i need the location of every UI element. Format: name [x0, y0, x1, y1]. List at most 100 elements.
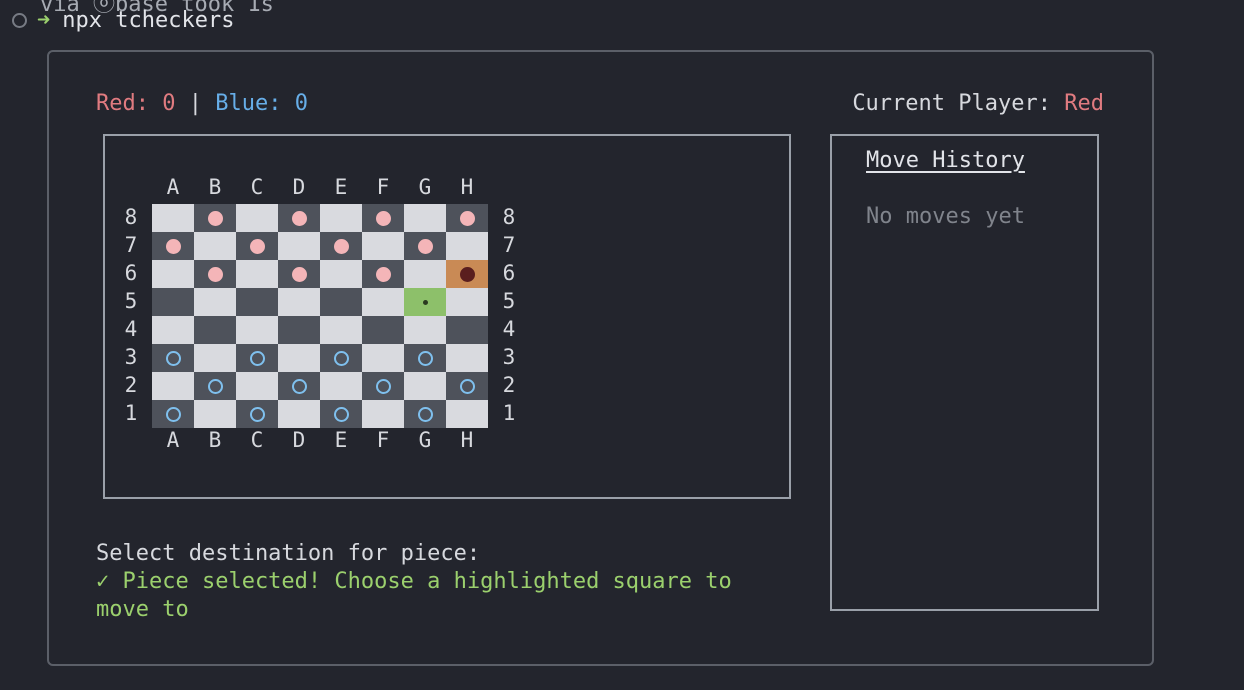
red-piece[interactable]	[375, 210, 391, 226]
square-G8[interactable]	[404, 204, 446, 232]
blue-piece[interactable]	[417, 350, 433, 366]
square-G2[interactable]	[404, 372, 446, 400]
column-label-top: D	[292, 175, 306, 199]
square-C7[interactable]	[236, 232, 278, 260]
red-piece[interactable]	[291, 266, 307, 282]
blue-piece[interactable]	[249, 406, 265, 422]
square-H6[interactable]	[446, 260, 488, 288]
red-piece[interactable]	[375, 266, 391, 282]
square-A4[interactable]	[152, 316, 194, 344]
square-G3[interactable]	[404, 344, 446, 372]
square-G6[interactable]	[404, 260, 446, 288]
square-E7[interactable]	[320, 232, 362, 260]
red-piece[interactable]	[333, 238, 349, 254]
square-F8[interactable]	[362, 204, 404, 232]
square-E5[interactable]	[320, 288, 362, 316]
blue-piece[interactable]	[417, 406, 433, 422]
blue-piece[interactable]	[291, 378, 307, 394]
square-A2[interactable]	[152, 372, 194, 400]
square-F6[interactable]	[362, 260, 404, 288]
square-H2[interactable]	[446, 372, 488, 400]
blue-piece[interactable]	[249, 350, 265, 366]
square-B2[interactable]	[194, 372, 236, 400]
square-A1[interactable]	[152, 400, 194, 428]
square-C6[interactable]	[236, 260, 278, 288]
square-D4[interactable]	[278, 316, 320, 344]
square-F3[interactable]	[362, 344, 404, 372]
square-B6[interactable]	[194, 260, 236, 288]
blue-score-value: 0	[294, 91, 308, 116]
blue-piece[interactable]	[333, 350, 349, 366]
square-F7[interactable]	[362, 232, 404, 260]
selected-red-piece[interactable]	[459, 266, 475, 282]
square-A8[interactable]	[152, 204, 194, 232]
blue-piece[interactable]	[165, 350, 181, 366]
square-D1[interactable]	[278, 400, 320, 428]
instruction-label: Select destination for piece:	[96, 541, 481, 566]
square-D8[interactable]	[278, 204, 320, 232]
red-piece[interactable]	[207, 266, 223, 282]
column-label-top: G	[418, 175, 432, 199]
square-C3[interactable]	[236, 344, 278, 372]
square-E6[interactable]	[320, 260, 362, 288]
square-C5[interactable]	[236, 288, 278, 316]
square-H3[interactable]	[446, 344, 488, 372]
blue-piece[interactable]	[333, 406, 349, 422]
square-A6[interactable]	[152, 260, 194, 288]
square-F1[interactable]	[362, 400, 404, 428]
square-B5[interactable]	[194, 288, 236, 316]
red-piece[interactable]	[165, 238, 181, 254]
square-E1[interactable]	[320, 400, 362, 428]
square-F2[interactable]	[362, 372, 404, 400]
square-H7[interactable]	[446, 232, 488, 260]
square-G1[interactable]	[404, 400, 446, 428]
blue-piece[interactable]	[207, 378, 223, 394]
square-H8[interactable]	[446, 204, 488, 232]
blue-piece[interactable]	[165, 406, 181, 422]
square-G5[interactable]	[404, 288, 446, 316]
red-piece[interactable]	[417, 238, 433, 254]
row-label-right: 6	[502, 261, 516, 285]
square-E4[interactable]	[320, 316, 362, 344]
square-F5[interactable]	[362, 288, 404, 316]
square-C1[interactable]	[236, 400, 278, 428]
square-C4[interactable]	[236, 316, 278, 344]
square-D5[interactable]	[278, 288, 320, 316]
square-B4[interactable]	[194, 316, 236, 344]
square-H4[interactable]	[446, 316, 488, 344]
square-F4[interactable]	[362, 316, 404, 344]
square-B1[interactable]	[194, 400, 236, 428]
command-text: npx tcheckers	[62, 8, 235, 33]
column-label-top: H	[460, 175, 474, 199]
square-H1[interactable]	[446, 400, 488, 428]
blue-piece[interactable]	[375, 378, 391, 394]
red-piece[interactable]	[207, 210, 223, 226]
red-piece[interactable]	[249, 238, 265, 254]
row-label-left: 2	[124, 373, 138, 397]
checkers-board[interactable]	[152, 204, 488, 428]
blue-piece[interactable]	[459, 378, 475, 394]
square-D7[interactable]	[278, 232, 320, 260]
square-A7[interactable]	[152, 232, 194, 260]
column-label-bottom: F	[376, 428, 390, 452]
square-A3[interactable]	[152, 344, 194, 372]
square-C8[interactable]	[236, 204, 278, 232]
square-E8[interactable]	[320, 204, 362, 232]
move-history-empty: No moves yet	[866, 204, 1025, 229]
square-E3[interactable]	[320, 344, 362, 372]
square-E2[interactable]	[320, 372, 362, 400]
row-label-left: 4	[124, 317, 138, 341]
red-piece[interactable]	[459, 210, 475, 226]
square-D3[interactable]	[278, 344, 320, 372]
red-piece[interactable]	[291, 210, 307, 226]
square-H5[interactable]	[446, 288, 488, 316]
square-D6[interactable]	[278, 260, 320, 288]
square-B7[interactable]	[194, 232, 236, 260]
square-A5[interactable]	[152, 288, 194, 316]
square-D2[interactable]	[278, 372, 320, 400]
square-C2[interactable]	[236, 372, 278, 400]
square-B3[interactable]	[194, 344, 236, 372]
square-G7[interactable]	[404, 232, 446, 260]
square-B8[interactable]	[194, 204, 236, 232]
square-G4[interactable]	[404, 316, 446, 344]
